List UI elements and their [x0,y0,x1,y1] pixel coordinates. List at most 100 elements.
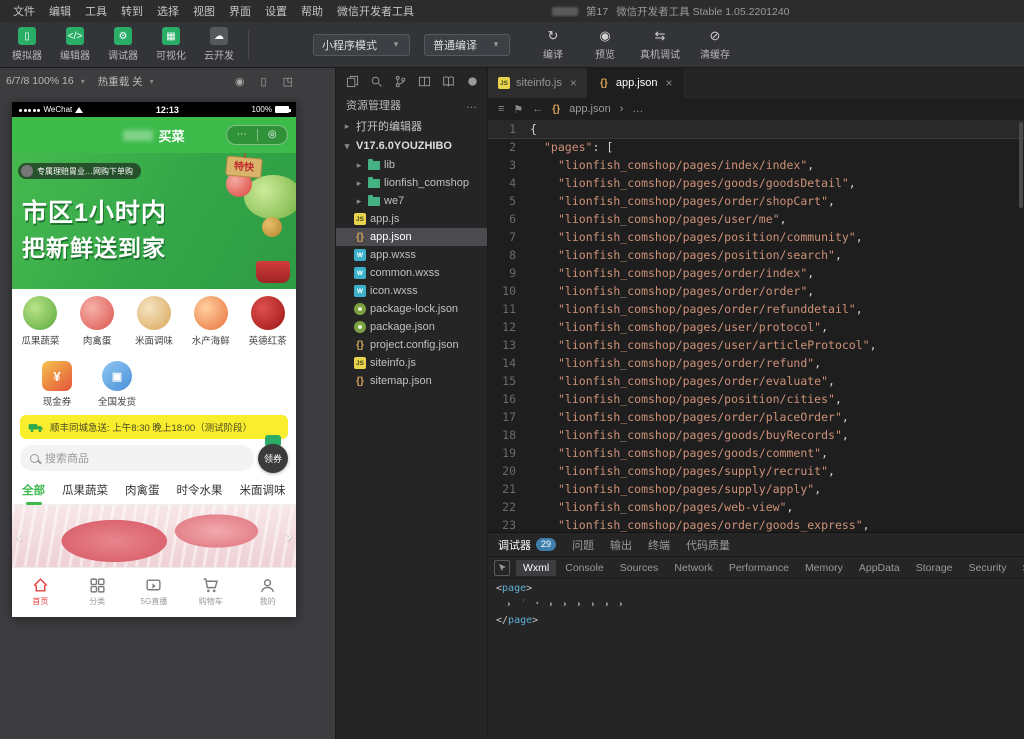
tree-item[interactable]: package-lock.json [336,300,487,318]
outline-icon[interactable]: ≡ [498,103,504,115]
inspector-tab[interactable]: Memory [798,560,850,576]
code-line[interactable]: 11"lionfish_comshop/pages/order/refundde… [488,300,1024,318]
code-line[interactable]: 21"lionfish_comshop/pages/supply/apply", [488,480,1024,498]
tree-item[interactable]: ▸we7 [336,192,487,210]
phone-tab[interactable]: 时令水果 [177,482,223,498]
inspector-tab[interactable]: Sources [613,560,666,576]
menu-item[interactable]: 转到 [114,1,150,21]
mode-dropdown[interactable]: 小程序模式 ▾ [313,34,410,56]
code-line[interactable]: 23"lionfish_comshop/pages/order/goods_ex… [488,516,1024,532]
menu-item[interactable]: 帮助 [294,1,330,21]
tree-item[interactable]: JSsiteinfo.js [336,354,487,372]
remote-debug-button[interactable]: ⇆真机调试 [640,28,680,61]
hot-reload-toggle[interactable]: 热重载 关 ▾ [98,74,157,89]
breadcrumb-more[interactable]: … [632,103,643,115]
cloud-dev-toggle[interactable]: ☁云开发 [202,27,236,62]
code-line[interactable]: 18"lionfish_comshop/pages/goods/buyRecor… [488,426,1024,444]
tree-item[interactable]: Wapp.wxss [336,246,487,264]
menu-item[interactable]: 工具 [78,1,114,21]
debugger-toggle[interactable]: ⚙调试器 [106,27,140,62]
panel-tab[interactable]: 调试器29 [498,537,556,553]
menu-item[interactable]: 编辑 [42,1,78,21]
editor-toggle[interactable]: </>编辑器 [58,27,92,62]
tabbar-item[interactable]: 5G直播 [126,568,183,615]
menu-item[interactable]: 设置 [258,1,294,21]
code-line[interactable]: 17"lionfish_comshop/pages/order/placeOrd… [488,408,1024,426]
detach-window-icon[interactable]: ◳ [283,75,293,88]
tree-item[interactable]: package.json [336,318,487,336]
phone-tab[interactable]: 肉禽蛋 [125,482,160,498]
category-item[interactable]: 肉禽蛋 [71,296,123,347]
panel-tab[interactable]: 问题 [572,537,594,553]
feature-item[interactable]: ▣全国发货 [98,361,136,408]
menu-item[interactable]: 微信开发者工具 [330,1,421,21]
notice-bar[interactable]: 顺丰同城急送: 上午8:30 晚上18:00（测试阶段） [20,415,288,439]
wxml-node[interactable]: ▶<view class="model-services show">…</vi… [538,597,552,612]
code-line[interactable]: 6"lionfish_comshop/pages/user/me", [488,210,1024,228]
inspector-tab[interactable]: Performance [722,560,796,576]
code-line[interactable]: 5"lionfish_comshop/pages/order/shopCart"… [488,192,1024,210]
wxml-node[interactable]: ▶<i-modal is="lionfish_comshop/component… [594,597,608,612]
theme-icon[interactable] [466,75,479,88]
clear-cache-button[interactable]: ⊘清缓存 [698,28,732,61]
editor-tab[interactable]: JSsiteinfo.js× [488,68,588,98]
tabbar-item[interactable]: 分类 [69,568,126,615]
phone-tab[interactable]: 瓜果蔬菜 [62,482,108,498]
tree-item[interactable]: JSapp.js [336,210,487,228]
tree-item[interactable]: {}project.config.json [336,336,487,354]
tree-item[interactable]: {}sitemap.json [336,372,487,390]
wxml-node[interactable]: ▶<i-sku is="lionfish_comshop/components/… [496,597,510,612]
panel-tab[interactable]: 终端 [648,537,670,553]
code-line[interactable]: 8"lionfish_comshop/pages/position/search… [488,246,1024,264]
inspector-tab[interactable]: Storage [909,560,960,576]
code-line[interactable]: 12"lionfish_comshop/pages/user/protocol"… [488,318,1024,336]
editor-scrollbar[interactable] [1019,122,1023,208]
record-icon[interactable]: ◉ [235,75,245,88]
inspector-tab[interactable]: Sensor [1015,560,1024,576]
product-carousel-image[interactable]: ‹ › [12,505,296,567]
tree-item[interactable]: Wcommon.wxss [336,264,487,282]
code-line[interactable]: 2"pages": [ [488,138,1024,156]
code-line[interactable]: 15"lionfish_comshop/pages/order/evaluate… [488,372,1024,390]
git-branch-icon[interactable] [394,75,407,88]
docs-icon[interactable] [442,75,455,88]
inspector-tab[interactable]: AppData [852,560,907,576]
editor-tab[interactable]: {}app.json× [588,68,684,98]
carousel-prev-icon[interactable]: ‹ [16,526,22,547]
code-line[interactable]: 19"lionfish_comshop/pages/goods/comment"… [488,444,1024,462]
tree-item[interactable]: ▸lionfish_comshop [336,174,487,192]
files-icon[interactable] [346,75,359,88]
open-editors-section[interactable]: ▸ 打开的编辑器 [336,116,487,136]
device-zoom-selector[interactable]: 6/7/8 100% 16 ▾ [6,75,88,87]
preview-button[interactable]: ◉预览 [588,28,622,61]
promo-banner[interactable]: 专属理赔胃业…网购下单购 特快 市区1小时内 把新鲜送到家 [12,153,296,289]
wxml-node[interactable]: ▶<view class="index-box pb100">…</view> [608,597,622,612]
tree-item[interactable]: ▸lib [336,156,487,174]
category-item[interactable]: 水产海鲜 [185,296,237,347]
code-line[interactable]: 7"lionfish_comshop/pages/position/commun… [488,228,1024,246]
wxml-node[interactable]: </page> [496,614,1016,629]
code-line[interactable]: 13"lionfish_comshop/pages/user/articlePr… [488,336,1024,354]
close-target-icon[interactable]: ◎ [258,126,288,144]
tree-item[interactable]: {}app.json [336,228,487,246]
panel-tab[interactable]: 代码质量 [686,537,730,553]
element-picker-icon[interactable] [494,560,510,576]
code-line[interactable]: 14"lionfish_comshop/pages/order/refund", [488,354,1024,372]
compile-button[interactable]: ↻编译 [536,28,570,61]
more-icon[interactable]: ⋯ [227,126,257,144]
tabbar-item[interactable]: 首页 [12,568,69,615]
code-line[interactable]: 10"lionfish_comshop/pages/order/order", [488,282,1024,300]
bookmark-icon[interactable]: ⚑ [513,103,523,116]
code-line[interactable]: 1{ [488,120,1024,138]
close-icon[interactable]: × [665,76,672,90]
search-input[interactable]: 搜索商品 [20,445,254,471]
tabbar-item[interactable]: 我的 [239,568,296,615]
visualization-toggle[interactable]: ▦可视化 [154,27,188,62]
search-icon[interactable] [370,75,383,88]
device-icon[interactable]: ▯ [261,75,267,88]
simulator-toggle[interactable]: ▯模拟器 [10,27,44,62]
code-line[interactable]: 22"lionfish_comshop/pages/web-view", [488,498,1024,516]
wxml-node[interactable]: "vipModal"…</i-sku> [510,597,524,612]
category-item[interactable]: 英德红茶 [242,296,294,347]
close-icon[interactable]: × [570,76,577,90]
